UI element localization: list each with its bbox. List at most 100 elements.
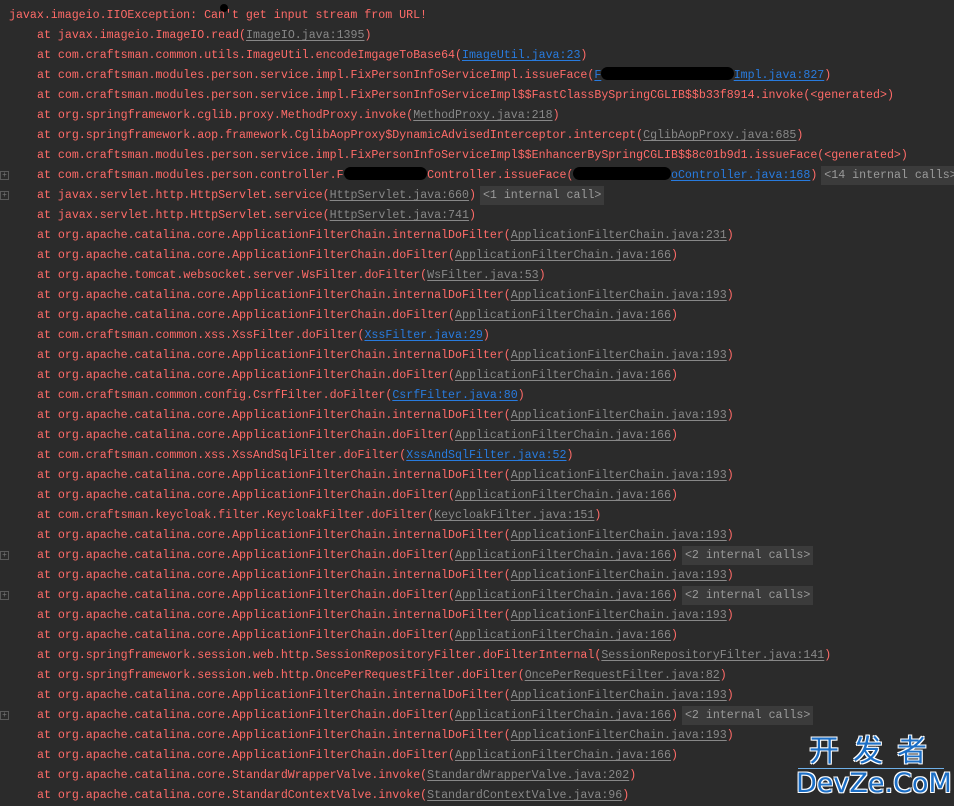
- source-link[interactable]: MethodProxy.java:218: [413, 109, 552, 122]
- at-keyword: at: [37, 29, 58, 42]
- watermark-cn: 开发者: [809, 734, 941, 769]
- source-link[interactable]: ApplicationFilterChain.java:193: [511, 609, 727, 622]
- source-link[interactable]: HttpServlet.java:660: [330, 189, 469, 202]
- stack-frame: + at javax.servlet.http.HttpServlet.servi…: [0, 186, 954, 206]
- expand-fold-icon[interactable]: +: [0, 191, 9, 200]
- source-link[interactable]: XssAndSqlFilter.java:52: [406, 449, 566, 462]
- frame-method: org.apache.catalina.core.ApplicationFilt…: [57, 489, 456, 502]
- internal-calls-badge[interactable]: <2 internal calls>: [681, 706, 814, 725]
- source-link-text: ApplicationFilterChain.java:166: [455, 749, 671, 762]
- source-link[interactable]: ApplicationFilterChain.java:166: [455, 249, 671, 262]
- source-link[interactable]: ApplicationFilterChain.java:166: [455, 749, 671, 762]
- stack-frame: at javax.servlet.http.HttpServlet.servic…: [0, 206, 954, 226]
- frame-method: org.apache.catalina.core.ApplicationFilt…: [57, 689, 511, 702]
- frame-method: com.craftsman.common.xss.XssAndSqlFilter…: [57, 449, 407, 462]
- stack-frame: at com.craftsman.modules.person.service.…: [0, 146, 954, 166]
- source-link[interactable]: HttpServlet.java:741: [330, 209, 469, 222]
- internal-calls-badge[interactable]: <2 internal calls>: [681, 586, 814, 605]
- close-paren: ): [719, 669, 727, 682]
- source-link[interactable]: CsrfFilter.java:80: [392, 389, 517, 402]
- close-paren: ): [671, 629, 678, 642]
- stack-frame: at org.apache.catalina.core.ApplicationF…: [0, 466, 954, 486]
- at-keyword: at: [37, 749, 58, 762]
- stack-frame: at com.craftsman.modules.person.service.…: [0, 66, 954, 86]
- close-paren: ): [726, 349, 734, 362]
- expand-fold-icon[interactable]: +: [0, 591, 9, 600]
- source-link[interactable]: ApplicationFilterChain.java:193: [511, 689, 727, 702]
- source-link[interactable]: CglibAopProxy.java:685: [643, 129, 796, 142]
- frame-method: com.craftsman.keycloak.filter.KeycloakFi…: [57, 509, 435, 522]
- source-link[interactable]: StandardContextValve.java:96: [427, 789, 622, 802]
- source-link[interactable]: ApplicationFilterChain.java:193: [511, 729, 727, 742]
- at-keyword: at: [37, 589, 58, 602]
- at-keyword: at: [37, 149, 58, 162]
- expand-fold-icon[interactable]: +: [0, 711, 9, 720]
- source-link[interactable]: ApplicationFilterChain.java:166: [455, 589, 671, 602]
- frame-method: org.apache.catalina.core.ApplicationFilt…: [57, 289, 511, 302]
- expand-fold-icon[interactable]: +: [0, 171, 9, 180]
- frame-method: org.apache.catalina.core.StandardContext…: [57, 789, 428, 802]
- source-link-text: XssAndSqlFilter.java:52: [406, 449, 567, 462]
- stack-frame: + at org.apache.catalina.core.Application…: [0, 706, 954, 726]
- stack-frame: at org.apache.catalina.core.ApplicationF…: [0, 366, 954, 386]
- source-link[interactable]: ApplicationFilterChain.java:193: [511, 529, 727, 542]
- source-link[interactable]: F Impl.java:827: [594, 67, 825, 82]
- internal-calls-badge[interactable]: <1 internal call>: [479, 186, 605, 205]
- at-keyword: at: [37, 389, 58, 402]
- close-paren: ): [726, 289, 734, 302]
- source-link[interactable]: ApplicationFilterChain.java:193: [511, 469, 727, 482]
- source-link[interactable]: ApplicationFilterChain.java:193: [511, 289, 727, 302]
- stack-frame: at org.springframework.session.web.http.…: [0, 666, 954, 686]
- source-link-text: MethodProxy.java:218: [413, 109, 553, 122]
- source-link[interactable]: SessionRepositoryFilter.java:141: [601, 649, 824, 662]
- source-link-text: ApplicationFilterChain.java:166: [455, 709, 671, 722]
- at-keyword: at: [37, 69, 58, 82]
- source-link[interactable]: ApplicationFilterChain.java:166: [455, 489, 671, 502]
- at-keyword: at: [37, 369, 58, 382]
- at-keyword: at: [37, 609, 58, 622]
- source-link[interactable]: OncePerRequestFilter.java:82: [525, 669, 720, 682]
- internal-calls-badge[interactable]: <14 internal calls>: [821, 166, 954, 185]
- source-link[interactable]: ApplicationFilterChain.java:166: [455, 369, 671, 382]
- frame-method: org.apache.catalina.core.ApplicationFilt…: [57, 249, 456, 262]
- internal-calls-badge[interactable]: <2 internal calls>: [681, 546, 814, 565]
- frame-method: org.apache.catalina.core.ApplicationFilt…: [57, 349, 511, 362]
- source-link-text: ApplicationFilterChain.java:166: [455, 489, 671, 502]
- close-paren: ): [671, 489, 678, 502]
- source-link[interactable]: StandardWrapperValve.java:202: [427, 769, 629, 782]
- source-link[interactable]: oController.java:168: [573, 167, 810, 182]
- source-link[interactable]: ApplicationFilterChain.java:166: [455, 429, 671, 442]
- source-link[interactable]: XssFilter.java:29: [364, 329, 482, 342]
- source-link[interactable]: ImageIO.java:1395: [246, 29, 364, 42]
- stack-frame: at org.springframework.cglib.proxy.Metho…: [0, 106, 954, 126]
- source-link[interactable]: ApplicationFilterChain.java:193: [511, 349, 727, 362]
- stack-frame: at javax.imageio.ImageIO.read(ImageIO.ja…: [0, 26, 954, 46]
- source-link[interactable]: WsFilter.java:53: [427, 269, 538, 282]
- at-keyword: at: [37, 649, 58, 662]
- close-paren: ): [726, 729, 734, 742]
- source-link[interactable]: ApplicationFilterChain.java:166: [455, 309, 671, 322]
- exception-header: javax.imageio.IIOException: Can't get in…: [9, 9, 428, 22]
- source-link[interactable]: KeycloakFilter.java:151: [434, 509, 594, 522]
- frame-method: com.craftsman.common.config.CsrfFilter.d…: [57, 389, 393, 402]
- at-keyword: at: [37, 449, 58, 462]
- source-link[interactable]: ApplicationFilterChain.java:166: [455, 629, 671, 642]
- redaction-mark: [573, 167, 671, 180]
- stack-frame: + at com.craftsman.modules.person.control…: [0, 166, 954, 186]
- at-keyword: at: [37, 169, 58, 182]
- source-link[interactable]: ApplicationFilterChain.java:166: [455, 549, 671, 562]
- source-link[interactable]: ApplicationFilterChain.java:193: [511, 569, 727, 582]
- stack-frame: at org.apache.tomcat.websocket.server.Ws…: [0, 266, 954, 286]
- frame-method: org.apache.catalina.core.ApplicationFilt…: [57, 409, 511, 422]
- frame-method: org.apache.catalina.core.ApplicationFilt…: [57, 469, 511, 482]
- source-link[interactable]: ApplicationFilterChain.java:193: [511, 409, 727, 422]
- expand-fold-icon[interactable]: +: [0, 551, 9, 560]
- stack-frame: at org.apache.catalina.core.ApplicationF…: [0, 526, 954, 546]
- close-paren: ): [594, 509, 602, 522]
- source-link[interactable]: ApplicationFilterChain.java:166: [455, 709, 671, 722]
- frame-method: org.apache.catalina.core.ApplicationFilt…: [57, 429, 456, 442]
- source-link-text: Impl.java:827: [733, 69, 825, 82]
- close-paren: ): [517, 389, 525, 402]
- source-link[interactable]: ApplicationFilterChain.java:231: [511, 229, 727, 242]
- source-link[interactable]: ImageUtil.java:23: [462, 49, 580, 62]
